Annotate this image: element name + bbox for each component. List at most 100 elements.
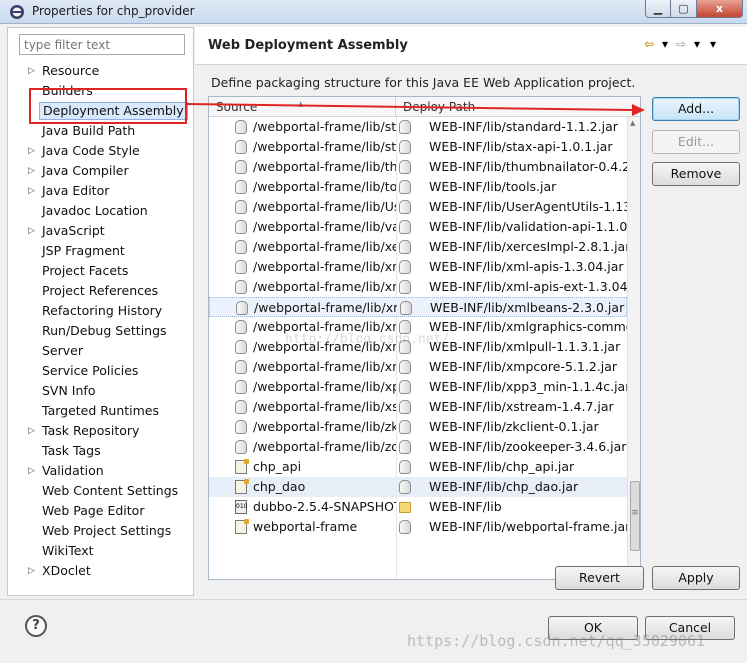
table-row[interactable]: /webportal-frame/lib/thumbnailator-0.4.2…	[209, 157, 629, 177]
nav-item-label: JavaScript	[42, 223, 105, 238]
expand-arrow-icon[interactable]: ▷	[28, 161, 35, 181]
source-cell: /webportal-frame/lib/zkclient-0.1.jar	[253, 419, 396, 434]
deploy-path-cell: WEB-INF/lib/stax-api-1.0.1.jar	[429, 139, 613, 154]
nav-item[interactable]: Project References	[8, 281, 193, 301]
page-description: Define packaging structure for this Java…	[211, 75, 636, 90]
deploy-path-cell: WEB-INF/lib/webportal-frame.jar	[429, 519, 629, 534]
table-row[interactable]: /webportal-frame/lib/xercesImpl-2.8.1.ja…	[209, 237, 629, 257]
expand-arrow-icon[interactable]: ▷	[28, 421, 35, 441]
forward-arrow-icon[interactable]: ⇨	[674, 37, 688, 51]
table-row[interactable]: /webportal-frame/lib/xml-apis-ext-1.3.04…	[209, 277, 629, 297]
jar-file-icon	[399, 160, 411, 174]
table-row[interactable]: /webportal-frame/lib/zkclient-0.1.jar WEB…	[209, 417, 627, 437]
table-row[interactable]: /webportal-frame/lib/tools.jar WEB-INF/li…	[209, 177, 627, 197]
nav-item[interactable]: ▷ Java Compiler	[8, 161, 193, 181]
nav-item[interactable]: Targeted Runtimes	[8, 401, 193, 421]
table-row[interactable]: chp_api WEB-INF/lib/chp_api.jar	[209, 457, 627, 477]
view-menu-icon[interactable]: ▾	[706, 37, 720, 51]
filter-input[interactable]	[19, 34, 185, 55]
table-row[interactable]: /webportal-frame/lib/xpp3_min-1.1.4c.jar…	[209, 377, 629, 397]
nav-item-label: Resource	[42, 63, 100, 78]
deploy-path-cell: WEB-INF/lib/xml-apis-1.3.04.jar	[429, 259, 624, 274]
close-button[interactable]: x	[697, 0, 743, 18]
jar-file-icon	[399, 520, 411, 534]
edit-button[interactable]: Edit...	[652, 130, 740, 154]
expand-arrow-icon[interactable]: ▷	[28, 461, 35, 481]
nav-item-label: Run/Debug Settings	[42, 323, 167, 338]
chevron-down-icon[interactable]: ▾	[690, 37, 704, 51]
nav-item[interactable]: Server	[8, 341, 193, 361]
table-row[interactable]: /webportal-frame/lib/zookeeper-3.4.6.jar…	[209, 437, 627, 457]
column-header-source[interactable]: Source ▲	[209, 97, 396, 117]
table-row[interactable]: /webportal-frame/lib/xmlbeans-2.3.0.jar W…	[209, 297, 627, 317]
table-row[interactable]: /webportal-frame/lib/stax-api-1.0.1.jar W…	[209, 137, 627, 157]
folder-icon	[399, 502, 411, 513]
nav-item[interactable]: ▷ Resource	[8, 61, 193, 81]
nav-item[interactable]: Java Build Path	[8, 121, 193, 141]
deploy-path-cell: WEB-INF/lib/zkclient-0.1.jar	[429, 419, 599, 434]
jar-file-icon	[235, 420, 247, 434]
expand-arrow-icon[interactable]: ▷	[28, 141, 35, 161]
revert-button[interactable]: Revert	[555, 566, 644, 590]
jar-file-icon	[399, 480, 411, 494]
table-row[interactable]: webportal-frame WEB-INF/lib/webportal-fra…	[209, 517, 629, 537]
expand-arrow-icon[interactable]: ▷	[28, 181, 35, 201]
nav-item-label: Java Build Path	[42, 123, 136, 138]
table-row[interactable]: /webportal-frame/lib/xstream-1.4.7.jar WE…	[209, 397, 627, 417]
maximize-button[interactable]: ▢	[671, 0, 697, 18]
nav-item[interactable]: Web Page Editor	[8, 501, 193, 521]
watermark: https://blog.csdn.net/qq_35029061	[407, 632, 706, 650]
nav-item[interactable]: Web Project Settings	[8, 521, 193, 541]
nav-item[interactable]: Refactoring History	[8, 301, 193, 321]
apply-button[interactable]: Apply	[652, 566, 740, 590]
minimize-button[interactable]: ▁	[645, 0, 671, 18]
table-row[interactable]: /webportal-frame/lib/xmpcore-5.1.2.jar WE…	[209, 357, 627, 377]
nav-item[interactable]: ▷ Task Repository	[8, 421, 193, 441]
nav-item[interactable]: ▷ XDoclet	[8, 561, 193, 581]
nav-item-label: Validation	[42, 463, 104, 478]
nav-item[interactable]: ▷ Java Code Style	[8, 141, 193, 161]
scroll-thumb[interactable]	[630, 481, 640, 551]
nav-item[interactable]: ▷ JavaScript	[8, 221, 193, 241]
table-row[interactable]: /webportal-frame/lib/validation-api-1.1.…	[209, 217, 629, 237]
help-icon[interactable]: ?	[25, 615, 47, 637]
nav-item-label: Service Policies	[42, 363, 139, 378]
nav-item-label: Targeted Runtimes	[42, 403, 159, 418]
back-arrow-icon[interactable]: ⇦	[642, 37, 656, 51]
scroll-up-icon[interactable]: ▲	[630, 119, 635, 127]
expand-arrow-icon[interactable]: ▷	[28, 221, 35, 241]
nav-item[interactable]: ▷ Validation	[8, 461, 193, 481]
nav-item[interactable]: SVN Info	[8, 381, 193, 401]
table-row[interactable]: 010 dubbo-2.5.4-SNAPSHOT.jar WEB-INF/lib	[209, 497, 627, 517]
nav-item[interactable]: JSP Fragment	[8, 241, 193, 261]
nav-item-label: Web Page Editor	[42, 503, 145, 518]
jar-file-icon	[399, 140, 411, 154]
remove-button[interactable]: Remove	[652, 162, 740, 186]
source-cell: chp_api	[253, 459, 302, 474]
nav-item[interactable]: Run/Debug Settings	[8, 321, 193, 341]
source-cell: dubbo-2.5.4-SNAPSHOT.jar	[253, 499, 396, 514]
add-button[interactable]: Add...	[652, 97, 740, 121]
nav-item[interactable]: ▷ Java Editor	[8, 181, 193, 201]
expand-arrow-icon[interactable]: ▷	[28, 561, 35, 581]
jar-file-icon	[235, 200, 247, 214]
column-header-deploy-path[interactable]: Deploy Path	[396, 97, 626, 117]
source-cell: /webportal-frame/lib/UserAgentUtils-1.13…	[253, 199, 396, 214]
vertical-scrollbar[interactable]: ▲ ▼	[627, 117, 640, 579]
nav-item[interactable]: Javadoc Location	[8, 201, 193, 221]
chevron-down-icon[interactable]: ▾	[658, 37, 672, 51]
table-row[interactable]: /webportal-frame/lib/UserAgentUtils-1.13…	[209, 197, 629, 217]
nav-item[interactable]: WikiText	[8, 541, 193, 561]
jar-file-icon	[400, 301, 412, 315]
nav-item[interactable]: Task Tags	[8, 441, 193, 461]
nav-item-label: Refactoring History	[42, 303, 163, 318]
table-row[interactable]: /webportal-frame/lib/standard-1.1.2.jar W…	[209, 117, 627, 137]
table-row[interactable]: /webportal-frame/lib/xml-apis-1.3.04.jar…	[209, 257, 627, 277]
nav-item[interactable]: Web Content Settings	[8, 481, 193, 501]
nav-item[interactable]: Service Policies	[8, 361, 193, 381]
expand-arrow-icon[interactable]: ▷	[28, 61, 35, 81]
table-row[interactable]: chp_dao WEB-INF/lib/chp_dao.jar	[209, 477, 627, 497]
jar-file-icon	[399, 440, 411, 454]
nav-item[interactable]: Project Facets	[8, 261, 193, 281]
jar-file-icon	[235, 140, 247, 154]
